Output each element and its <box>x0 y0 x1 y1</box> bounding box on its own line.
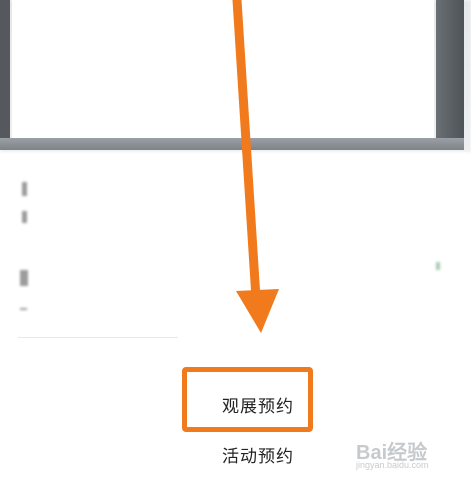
watermark: Bai经验 jingyan.baidu.com <box>356 436 466 476</box>
arrow-shaft <box>232 0 261 303</box>
arrow-down-icon <box>232 0 279 333</box>
watermark-url: jingyan.baidu.com <box>356 460 429 470</box>
arrow-head <box>236 289 279 333</box>
